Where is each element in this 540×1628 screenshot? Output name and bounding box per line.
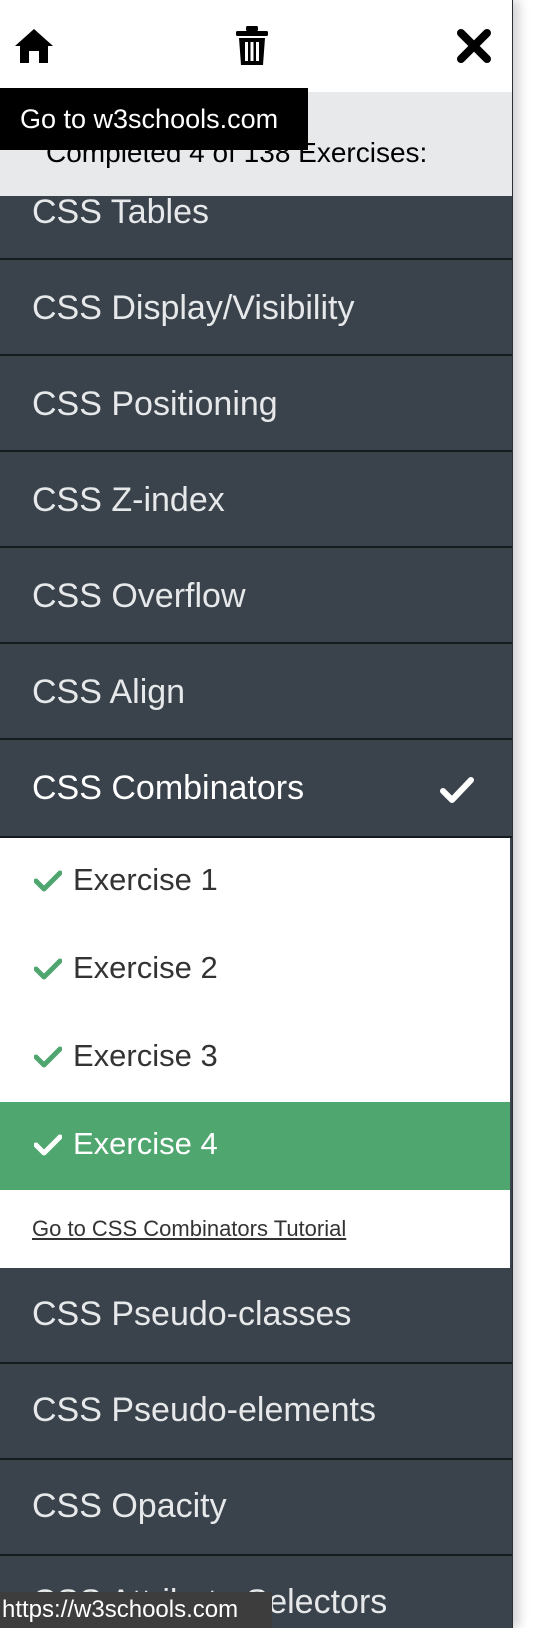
- check-icon: [33, 958, 63, 985]
- home-tooltip: Go to w3schools.com: [0, 88, 308, 150]
- exercise-label: Exercise 4: [73, 1126, 218, 1161]
- menu-item-css-z-index[interactable]: CSS Z-index: [0, 452, 512, 548]
- check-icon: [33, 1134, 63, 1161]
- menu-item-css-align[interactable]: CSS Align: [0, 644, 512, 740]
- check-icon: [33, 1046, 63, 1073]
- exercise-item[interactable]: Exercise 1: [0, 838, 510, 926]
- top-bar: [0, 0, 512, 92]
- menu-item-css-tables[interactable]: CSS Tables: [0, 193, 512, 260]
- menu-item-label: CSS Z-index: [32, 481, 225, 519]
- status-url: https://w3schools.com: [0, 1592, 272, 1628]
- menu-item-css-combinators[interactable]: CSS Combinators: [0, 740, 512, 838]
- tutorial-link[interactable]: Go to CSS Combinators Tutorial: [32, 1216, 346, 1242]
- menu-item-label: CSS Align: [32, 673, 186, 711]
- trash-icon[interactable]: [230, 24, 274, 68]
- menu-item-label: CSS Display/Visibility: [32, 289, 355, 327]
- exercise-label: Exercise 1: [73, 862, 218, 897]
- menu-item-label: CSS Combinators: [32, 769, 305, 807]
- exercise-panel: Completed 4 of 138 Exercises: CSS Tables…: [0, 0, 513, 1628]
- menu-item-css-positioning[interactable]: CSS Positioning: [0, 356, 512, 452]
- menu-item-label: CSS Overflow: [32, 577, 246, 615]
- menu-item-label: CSS Tables: [32, 193, 210, 231]
- exercise-label: Exercise 3: [73, 1038, 218, 1073]
- menu-item-label: CSS Opacity: [32, 1487, 227, 1525]
- exercise-item-current[interactable]: Exercise 4: [0, 1102, 510, 1190]
- close-icon[interactable]: [452, 24, 496, 68]
- exercise-item[interactable]: Exercise 3: [0, 1014, 510, 1102]
- check-icon: [33, 870, 63, 897]
- menu-item-css-pseudo-classes[interactable]: CSS Pseudo-classes: [0, 1268, 512, 1364]
- exercise-list: Exercise 1 Exercise 2 Exercise 3 Exercis…: [0, 838, 510, 1268]
- menu-item-label: CSS Pseudo-classes: [32, 1295, 352, 1333]
- menu-item-label: CSS Pseudo-elements: [32, 1391, 376, 1429]
- menu-item-css-overflow[interactable]: CSS Overflow: [0, 548, 512, 644]
- exercise-item[interactable]: Exercise 2: [0, 926, 510, 1014]
- menu-item-css-pseudo-elements[interactable]: CSS Pseudo-elements: [0, 1364, 512, 1460]
- menu-item-css-display-visibility[interactable]: CSS Display/Visibility: [0, 260, 512, 356]
- exercise-label: Exercise 2: [73, 950, 218, 985]
- menu-item-label: CSS Positioning: [32, 385, 278, 423]
- menu-item-css-opacity[interactable]: CSS Opacity: [0, 1460, 512, 1556]
- home-icon[interactable]: [12, 24, 56, 68]
- check-icon: [440, 776, 474, 809]
